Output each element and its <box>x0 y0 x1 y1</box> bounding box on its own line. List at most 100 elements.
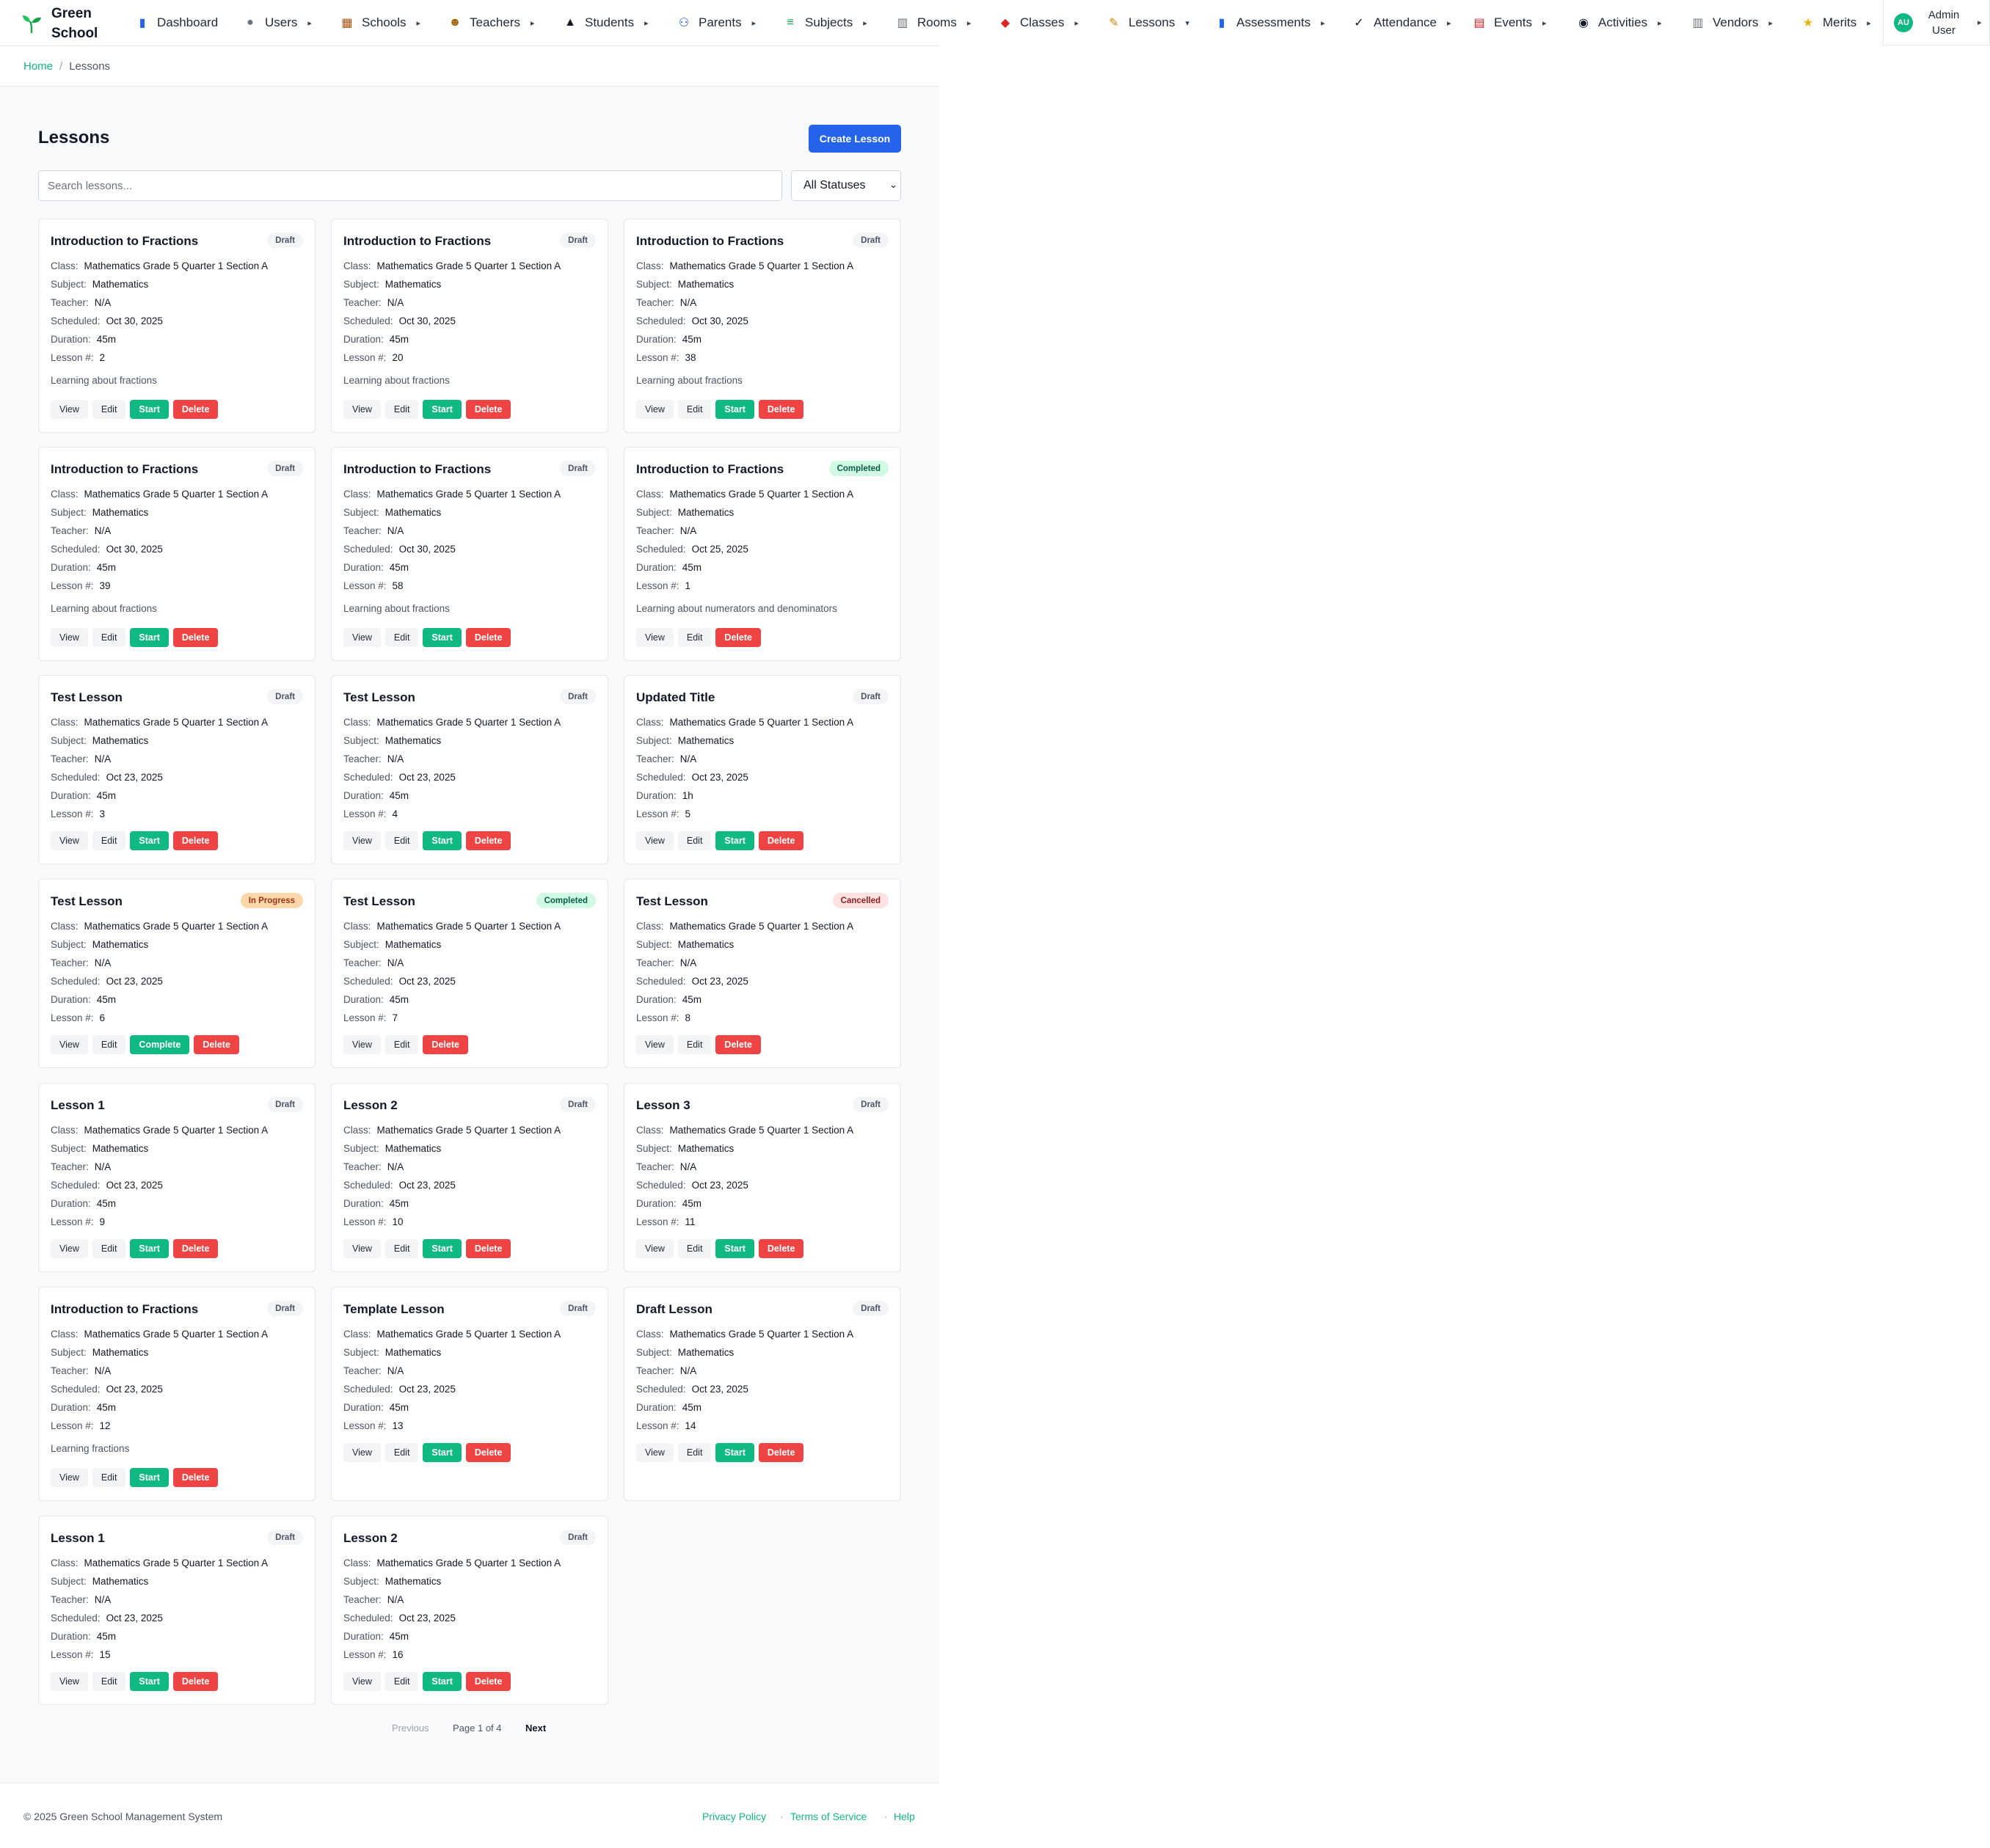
delete-button[interactable]: Delete <box>172 1468 219 1487</box>
edit-button[interactable]: Edit <box>384 400 419 419</box>
edit-button[interactable]: Edit <box>677 1443 712 1462</box>
nav-item-rooms[interactable]: ▥ Rooms ▸ <box>895 10 971 35</box>
delete-button[interactable]: Delete <box>465 831 511 850</box>
edit-button[interactable]: Edit <box>677 1035 712 1054</box>
view-button[interactable]: View <box>636 1443 674 1462</box>
help-link[interactable]: Help <box>894 1811 915 1822</box>
next-page-button[interactable]: Next <box>525 1723 546 1734</box>
view-button[interactable]: View <box>51 1035 88 1054</box>
view-button[interactable]: View <box>636 1239 674 1258</box>
search-input[interactable] <box>38 170 782 201</box>
delete-button[interactable]: Delete <box>172 1239 219 1258</box>
nav-item-schools[interactable]: ▦ Schools ▸ <box>340 10 420 35</box>
create-lesson-button[interactable]: Create Lesson <box>809 125 901 153</box>
edit-button[interactable]: Edit <box>92 400 126 419</box>
start-button[interactable]: Start <box>715 400 754 419</box>
edit-button[interactable]: Edit <box>677 400 712 419</box>
view-button[interactable]: View <box>51 1672 88 1691</box>
start-button[interactable]: Start <box>130 1468 169 1487</box>
view-button[interactable]: View <box>343 831 381 850</box>
view-button[interactable]: View <box>51 831 88 850</box>
nav-item-parents[interactable]: ⚇ Parents ▸ <box>677 10 756 35</box>
start-button[interactable]: Start <box>130 831 169 850</box>
view-button[interactable]: View <box>636 1035 674 1054</box>
edit-button[interactable]: Edit <box>92 1239 126 1258</box>
delete-button[interactable]: Delete <box>758 1443 804 1462</box>
terms-of-service-link[interactable]: Terms of Service <box>790 1811 867 1822</box>
start-button[interactable]: Start <box>423 831 462 850</box>
delete-button[interactable]: Delete <box>715 1035 761 1054</box>
start-button[interactable]: Start <box>423 1672 462 1691</box>
view-button[interactable]: View <box>636 831 674 850</box>
start-button[interactable]: Start <box>130 628 169 647</box>
delete-button[interactable]: Delete <box>172 400 219 419</box>
view-button[interactable]: View <box>51 1239 88 1258</box>
start-button[interactable]: Start <box>423 400 462 419</box>
delete-button[interactable]: Delete <box>758 400 804 419</box>
edit-button[interactable]: Edit <box>384 1035 419 1054</box>
nav-item-lessons[interactable]: ✎ Lessons ▾ <box>1107 10 1189 35</box>
delete-button[interactable]: Delete <box>758 831 804 850</box>
edit-button[interactable]: Edit <box>384 1239 419 1258</box>
privacy-policy-link[interactable]: Privacy Policy <box>702 1811 766 1822</box>
view-button[interactable]: View <box>636 400 674 419</box>
start-button[interactable]: Start <box>423 1239 462 1258</box>
edit-button[interactable]: Edit <box>92 1468 126 1487</box>
nav-item-activities[interactable]: ◉ Activities ▸ <box>1576 10 1662 35</box>
status-filter-select[interactable]: All Statuses ⌄ <box>791 170 901 201</box>
delete-button[interactable]: Delete <box>465 1672 511 1691</box>
view-button[interactable]: View <box>636 628 674 647</box>
nav-item-users[interactable]: ● Users ▸ <box>243 10 312 35</box>
nav-item-classes[interactable]: ◆ Classes ▸ <box>998 10 1079 35</box>
nav-item-attendance[interactable]: ✓ Attendance ▸ <box>1352 10 1451 35</box>
delete-button[interactable]: Delete <box>194 1035 239 1054</box>
start-button[interactable]: Start <box>423 1443 462 1462</box>
user-menu[interactable]: AU Admin User ▸ <box>1883 0 1990 45</box>
view-button[interactable]: View <box>51 1468 88 1487</box>
view-button[interactable]: View <box>51 400 88 419</box>
start-button[interactable]: Start <box>715 1443 754 1462</box>
delete-button[interactable]: Delete <box>465 1239 511 1258</box>
view-button[interactable]: View <box>343 1443 381 1462</box>
start-button[interactable]: Start <box>715 831 754 850</box>
complete-button[interactable]: Complete <box>130 1035 190 1054</box>
nav-item-teachers[interactable]: ☻ Teachers ▸ <box>448 10 535 35</box>
start-button[interactable]: Start <box>715 1239 754 1258</box>
edit-button[interactable]: Edit <box>384 1672 419 1691</box>
edit-button[interactable]: Edit <box>677 628 712 647</box>
edit-button[interactable]: Edit <box>384 1443 419 1462</box>
nav-item-events[interactable]: ▤ Events ▸ <box>1472 10 1546 35</box>
breadcrumb-home-link[interactable]: Home <box>23 60 53 73</box>
view-button[interactable]: View <box>343 1672 381 1691</box>
nav-item-vendors[interactable]: ▥ Vendors ▸ <box>1691 10 1772 35</box>
delete-button[interactable]: Delete <box>172 831 219 850</box>
delete-button[interactable]: Delete <box>715 628 761 647</box>
edit-button[interactable]: Edit <box>677 831 712 850</box>
view-button[interactable]: View <box>343 400 381 419</box>
view-button[interactable]: View <box>343 628 381 647</box>
nav-item-students[interactable]: ▲ Students ▸ <box>563 10 649 35</box>
start-button[interactable]: Start <box>423 628 462 647</box>
nav-item-subjects[interactable]: ≡ Subjects ▸ <box>783 10 867 35</box>
edit-button[interactable]: Edit <box>677 1239 712 1258</box>
nav-item-assessments[interactable]: ▮ Assessments ▸ <box>1214 10 1325 35</box>
delete-button[interactable]: Delete <box>465 400 511 419</box>
edit-button[interactable]: Edit <box>92 628 126 647</box>
edit-button[interactable]: Edit <box>384 628 419 647</box>
start-button[interactable]: Start <box>130 400 169 419</box>
edit-button[interactable]: Edit <box>92 1672 126 1691</box>
start-button[interactable]: Start <box>130 1672 169 1691</box>
view-button[interactable]: View <box>343 1239 381 1258</box>
nav-item-merits[interactable]: ★ Merits ▸ <box>1801 10 1871 35</box>
view-button[interactable]: View <box>51 628 88 647</box>
delete-button[interactable]: Delete <box>172 1672 219 1691</box>
delete-button[interactable]: Delete <box>465 628 511 647</box>
delete-button[interactable]: Delete <box>758 1239 804 1258</box>
brand-logo[interactable]: Green School <box>21 3 107 44</box>
start-button[interactable]: Start <box>130 1239 169 1258</box>
edit-button[interactable]: Edit <box>92 831 126 850</box>
delete-button[interactable]: Delete <box>423 1035 468 1054</box>
edit-button[interactable]: Edit <box>92 1035 126 1054</box>
delete-button[interactable]: Delete <box>465 1443 511 1462</box>
edit-button[interactable]: Edit <box>384 831 419 850</box>
